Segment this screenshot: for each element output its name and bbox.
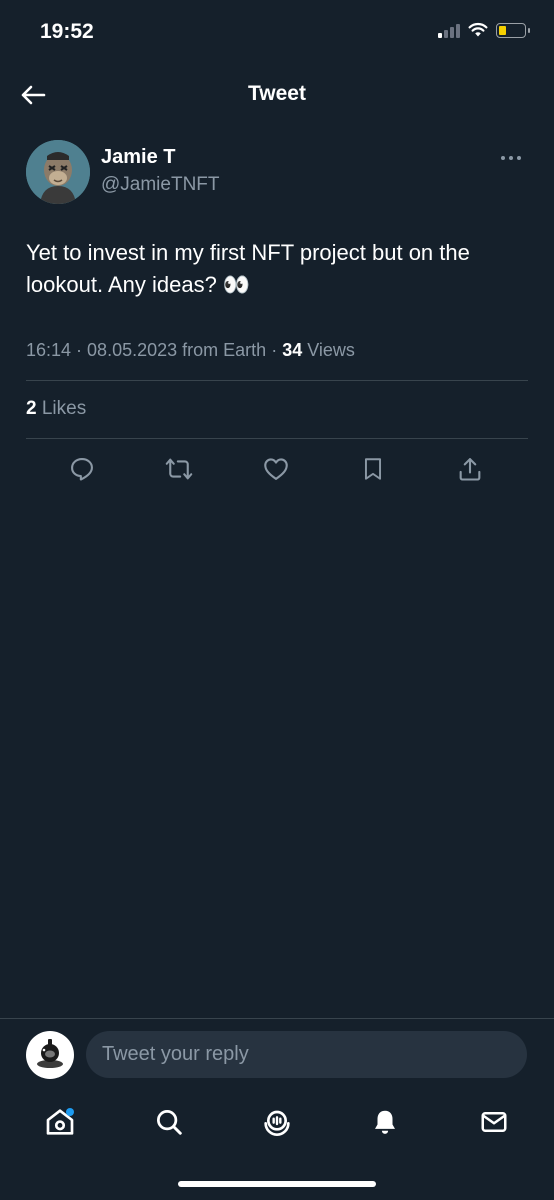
cellular-signal-icon — [438, 22, 460, 38]
more-dot — [509, 156, 513, 160]
home-indicator — [178, 1181, 376, 1187]
header: Tweet — [0, 66, 554, 122]
nav-messages[interactable] — [472, 1100, 516, 1144]
more-dot — [501, 156, 505, 160]
page-title: Tweet — [248, 82, 306, 105]
likes-count: 2 — [26, 398, 37, 419]
author-name[interactable]: Jamie T — [101, 146, 175, 169]
bottom-nav — [0, 1092, 554, 1152]
divider — [26, 380, 528, 381]
likes-label: Likes — [41, 398, 87, 419]
tweet-actions — [66, 452, 486, 486]
share-icon — [459, 458, 481, 481]
views-label: Views — [307, 340, 355, 360]
like-button[interactable] — [260, 453, 292, 485]
ape-avatar-icon — [26, 140, 90, 204]
tweet-text: Yet to invest in my first NFT project bu… — [26, 240, 470, 297]
like-icon — [264, 458, 288, 480]
status-bar: 19:52 — [0, 0, 554, 66]
nav-search[interactable] — [147, 1100, 191, 1144]
author-avatar[interactable] — [26, 140, 90, 204]
reply-bar — [0, 1018, 554, 1093]
battery-icon — [496, 22, 530, 38]
reply-button[interactable] — [66, 453, 98, 485]
search-icon — [156, 1110, 182, 1135]
status-time: 19:52 — [40, 20, 94, 43]
share-button[interactable] — [454, 453, 486, 485]
retweet-icon — [165, 458, 193, 480]
reply-input[interactable] — [86, 1031, 527, 1078]
spaces-icon — [264, 1110, 290, 1136]
views-count: 34 — [282, 340, 303, 360]
more-options-button[interactable] — [496, 150, 526, 166]
bookmark-button[interactable] — [357, 453, 389, 485]
status-icons — [438, 22, 530, 38]
nav-notifications[interactable] — [363, 1100, 407, 1144]
tweet-time: 16:14 — [26, 340, 72, 360]
reply-icon — [71, 458, 93, 481]
nav-spaces[interactable] — [255, 1100, 299, 1144]
divider — [26, 438, 528, 439]
notifications-icon — [375, 1110, 396, 1134]
tweet-meta: 16:14 · 08.05.2023 from Earth · 34 Views — [26, 340, 355, 360]
tweet-date: 08.05.2023 — [87, 340, 178, 360]
bookmark-icon — [364, 458, 382, 480]
retweet-button[interactable] — [163, 453, 195, 485]
author-handle[interactable]: @JamieTNFT — [101, 174, 220, 196]
wifi-icon — [468, 22, 488, 37]
user-avatar[interactable] — [26, 1031, 74, 1079]
tweet-source: from Earth — [182, 340, 267, 360]
more-dot — [517, 156, 521, 160]
profile-avatar-icon — [31, 1036, 69, 1074]
nav-home[interactable] — [38, 1100, 82, 1144]
likes-link[interactable]: 2 Likes — [26, 398, 86, 420]
messages-icon — [481, 1112, 507, 1132]
